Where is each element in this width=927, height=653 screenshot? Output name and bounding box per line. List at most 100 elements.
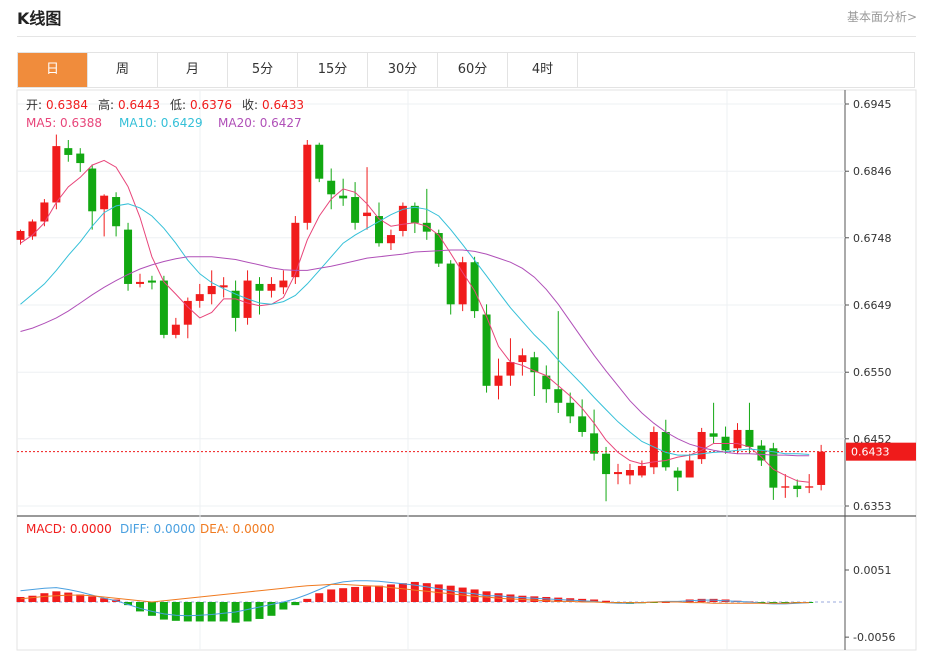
candle-body (506, 362, 515, 376)
macd-histogram-bar (506, 594, 515, 602)
legend-open-label: 开: (26, 98, 42, 112)
macd-histogram-bar (159, 602, 168, 620)
candle-body (195, 294, 204, 301)
candle-body (673, 470, 682, 478)
macd-histogram-bar (243, 602, 252, 622)
candle-body (64, 148, 73, 155)
legend-close-value: 0.6433 (262, 98, 304, 112)
candle-body (422, 222, 431, 232)
candle-body (757, 445, 766, 461)
candle-body (602, 453, 611, 475)
macd-histogram-bar (303, 598, 312, 602)
candle-body (291, 222, 300, 278)
chart-border (16, 89, 917, 651)
macd-histogram-bar (327, 589, 336, 602)
macd-histogram-bar (28, 595, 37, 602)
ma10-line (20, 203, 810, 456)
legend-ma20: MA20: 0.6427 (218, 116, 302, 130)
candle-body (566, 402, 575, 417)
macd-histogram-bar (147, 602, 156, 616)
macd-histogram-bar (291, 602, 300, 606)
candle-body (136, 281, 144, 284)
candle-body (482, 314, 491, 386)
macd-histogram-bar (52, 591, 61, 602)
candle-body (255, 283, 264, 291)
macd-histogram-bar (88, 596, 97, 602)
candle-body (697, 431, 706, 460)
candle-body (805, 486, 814, 488)
macd-histogram-bar (40, 593, 49, 602)
macd-histogram-bar (530, 596, 539, 602)
candlestick-series (16, 134, 845, 502)
legend-dea: DEA: 0.0000 (200, 522, 275, 536)
candle-body (661, 431, 670, 468)
legend-ma10: MA10: 0.6429 (119, 116, 203, 130)
macd-histogram-bar (315, 593, 324, 602)
candle-body (685, 460, 694, 478)
candle-body (339, 195, 348, 199)
macd-tick-label: 0.0051 (853, 564, 892, 577)
candle-body (745, 429, 754, 447)
candle-body (733, 429, 742, 449)
candle-body (112, 197, 121, 227)
legend-open-value: 0.6384 (46, 98, 88, 112)
macd-histogram-bar (279, 602, 288, 610)
candle-body (100, 195, 109, 210)
y-tick-label: 0.6353 (853, 500, 892, 513)
candle-body (88, 168, 97, 212)
current-price-label: 0.6433 (851, 446, 890, 459)
candle-body (315, 144, 324, 179)
candle-body (625, 470, 634, 476)
candle-body (637, 465, 646, 476)
ma20-line (20, 249, 810, 457)
macd-histogram-bar (363, 586, 372, 602)
candle-body (52, 146, 61, 203)
candle-body (279, 280, 288, 288)
candle-body (709, 433, 718, 437)
candle-body (554, 389, 563, 403)
candle-body (147, 280, 156, 283)
candle-body (28, 221, 37, 237)
candle-body (494, 375, 503, 386)
y-tick-label: 0.6649 (853, 299, 892, 312)
kline-chart[interactable]: 0.69450.68460.67480.66490.65500.64520.63… (0, 0, 927, 653)
macd-histogram-bar (183, 602, 192, 622)
y-tick-label: 0.6550 (853, 366, 892, 379)
macd-histogram-bar (602, 600, 611, 602)
candle-body (614, 472, 622, 475)
candle-body (386, 235, 395, 244)
macd-series (16, 580, 845, 623)
candle-body (363, 212, 372, 217)
y-tick-label: 0.6846 (853, 165, 892, 178)
legend-low-label: 低: (170, 98, 186, 112)
candle-body (769, 448, 778, 488)
candle-body (590, 433, 599, 454)
legend-close-label: 收: (242, 98, 258, 112)
y-tick-label: 0.6945 (853, 98, 892, 111)
macd-tick-label: -0.0056 (853, 631, 895, 644)
candle-body (16, 230, 25, 240)
legend-diff: DIFF: 0.0000 (120, 522, 196, 536)
price-axis: 0.69450.68460.67480.66490.65500.64520.63… (845, 98, 916, 644)
legend-high-value: 0.6443 (118, 98, 160, 112)
candle-body (207, 285, 216, 295)
macd-histogram-bar (255, 602, 264, 619)
candle-body (159, 280, 168, 335)
macd-histogram-bar (351, 586, 360, 602)
y-tick-label: 0.6748 (853, 232, 892, 245)
macd-histogram-bar (375, 585, 383, 602)
candle-body (303, 144, 312, 223)
macd-histogram-bar (171, 602, 180, 621)
candle-body (410, 205, 419, 223)
legend-low-value: 0.6376 (190, 98, 232, 112)
candle-body (267, 283, 276, 291)
macd-histogram-bar (64, 592, 73, 602)
candle-body (781, 486, 790, 488)
macd-histogram-bar (207, 602, 216, 622)
macd-histogram-bar (219, 602, 228, 622)
legend-high-label: 高: (98, 97, 114, 112)
legend-macd: MACD: 0.0000 (26, 522, 112, 536)
candle-body (793, 485, 802, 490)
candle-body (518, 355, 527, 363)
candle-body (578, 416, 587, 432)
